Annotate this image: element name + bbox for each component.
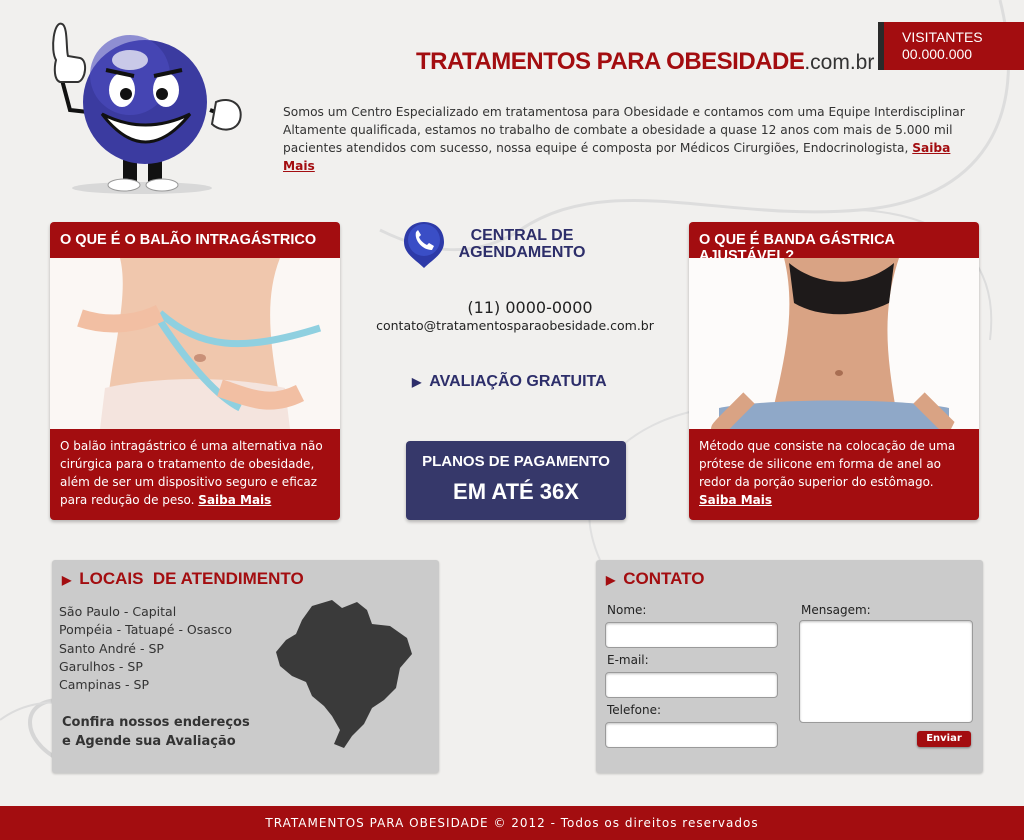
card-banda-gastrica: O QUE É BANDA GÁSTRICA AJUSTÁVEL? Método… bbox=[689, 222, 979, 520]
mensagem-field[interactable] bbox=[799, 620, 973, 723]
locais-atendimento-panel: ▶ LOCAIS DE ATENDIMENTO São Paulo - Capit… bbox=[52, 560, 439, 773]
phone-number: (11) 0000-0000 bbox=[467, 298, 593, 317]
locais-item: São Paulo - Capital bbox=[59, 604, 177, 619]
locais-cta-line1: Confira nossos endereços bbox=[62, 715, 250, 730]
mensagem-label: Mensagem: bbox=[801, 603, 871, 617]
email-label: E-mail: bbox=[607, 653, 649, 667]
intro-text: Somos um Centro Especializado em tratame… bbox=[283, 105, 965, 155]
locais-item: Campinas - SP bbox=[59, 677, 149, 693]
central-title-line1: CENTRAL DE bbox=[470, 227, 574, 244]
telefone-label: Telefone: bbox=[607, 703, 661, 717]
mascot-ball-icon bbox=[52, 22, 242, 194]
locais-item: Santo André - SP bbox=[59, 640, 164, 656]
visitors-label: VISITANTES bbox=[902, 29, 983, 45]
site-title-domain: .com.br bbox=[804, 51, 875, 74]
card-left-saiba-mais-link[interactable]: Saiba Mais bbox=[198, 493, 271, 507]
planos-pagamento-button[interactable]: PLANOS DE PAGAMENTO EM ATÉ 36X bbox=[406, 441, 626, 520]
locais-item: Garulhos - SP bbox=[59, 658, 143, 674]
locais-cta-line2: e Agende sua Avaliação bbox=[62, 733, 236, 749]
intro-paragraph: Somos um Centro Especializado em tratame… bbox=[283, 103, 983, 175]
triangle-right-icon: ▶ bbox=[62, 573, 72, 587]
triangle-right-icon: ▶ bbox=[412, 375, 422, 389]
telefone-field[interactable] bbox=[605, 722, 778, 748]
central-title-line2: AGENDAMENTO bbox=[458, 244, 586, 261]
card-right-text-block: Método que consiste na colocação de uma … bbox=[689, 429, 979, 509]
contato-title: ▶ CONTATO bbox=[606, 569, 704, 589]
footer: TRATAMENTOS PARA OBESIDADE © 2012 - Todo… bbox=[0, 806, 1024, 840]
triangle-right-icon: ▶ bbox=[606, 573, 616, 587]
planos-label: PLANOS DE PAGAMENTO bbox=[422, 453, 610, 470]
card-left-text-block: O balão intragástrico é uma alternativa … bbox=[50, 429, 340, 509]
card-right-title: O QUE É BANDA GÁSTRICA AJUSTÁVEL? bbox=[699, 232, 895, 264]
visitors-counter: VISITANTES 00.000.000 bbox=[878, 22, 1024, 70]
card-balao-intragastrico: O QUE É O BALÃO INTRAGÁSTRICO O balão in… bbox=[50, 222, 340, 520]
visitors-count: 00.000.000 bbox=[902, 46, 973, 62]
card-right-text: Método que consiste na colocação de uma … bbox=[699, 439, 956, 489]
card-right-saiba-mais-link[interactable]: Saiba Mais bbox=[699, 493, 772, 507]
site-title: TRATAMENTOS PARA OBESIDADE.com.br bbox=[416, 48, 874, 76]
contact-email[interactable]: contato@tratamentosparaobesidade.com.br bbox=[360, 318, 670, 333]
card-left-title: O QUE É O BALÃO INTRAGÁSTRICO bbox=[60, 232, 317, 248]
enviar-button[interactable]: Enviar bbox=[917, 731, 971, 747]
card-right-image bbox=[689, 258, 979, 429]
nome-field[interactable] bbox=[605, 622, 778, 648]
slim-woman-photo bbox=[689, 258, 979, 429]
central-agendamento-title: CENTRAL DE AGENDAMENTO bbox=[452, 227, 592, 261]
email-field[interactable] bbox=[605, 672, 778, 698]
locais-title: ▶ LOCAIS DE ATENDIMENTO bbox=[62, 569, 304, 589]
planos-value: EM ATÉ 36X bbox=[453, 479, 579, 504]
contato-title-text: CONTATO bbox=[623, 569, 705, 588]
site-title-main: TRATAMENTOS PARA OBESIDADE bbox=[416, 48, 805, 75]
avaliacao-label: AVALIAÇÃO GRATUITA bbox=[429, 373, 607, 390]
locais-list: São Paulo - Capital Pompéia - Tatuapé - … bbox=[59, 603, 232, 694]
locais-item: Pompéia - Tatuapé - Osasco bbox=[59, 622, 232, 638]
locais-cta[interactable]: Confira nossos endereços e Agende sua Av… bbox=[62, 714, 250, 751]
card-left-text: O balão intragástrico é uma alternativa … bbox=[60, 439, 323, 507]
nome-label: Nome: bbox=[607, 603, 647, 617]
locais-title-text: LOCAIS DE ATENDIMENTO bbox=[79, 569, 304, 588]
card-left-image bbox=[50, 258, 340, 429]
phone-pin-icon bbox=[404, 222, 444, 268]
avaliacao-gratuita-link[interactable]: ▶ AVALIAÇÃO GRATUITA bbox=[412, 373, 607, 391]
waist-measure-photo bbox=[50, 258, 340, 429]
contato-panel: ▶ CONTATO Nome: E-mail: Telefone: Mensage… bbox=[596, 560, 983, 773]
brazil-map-icon bbox=[276, 600, 412, 748]
